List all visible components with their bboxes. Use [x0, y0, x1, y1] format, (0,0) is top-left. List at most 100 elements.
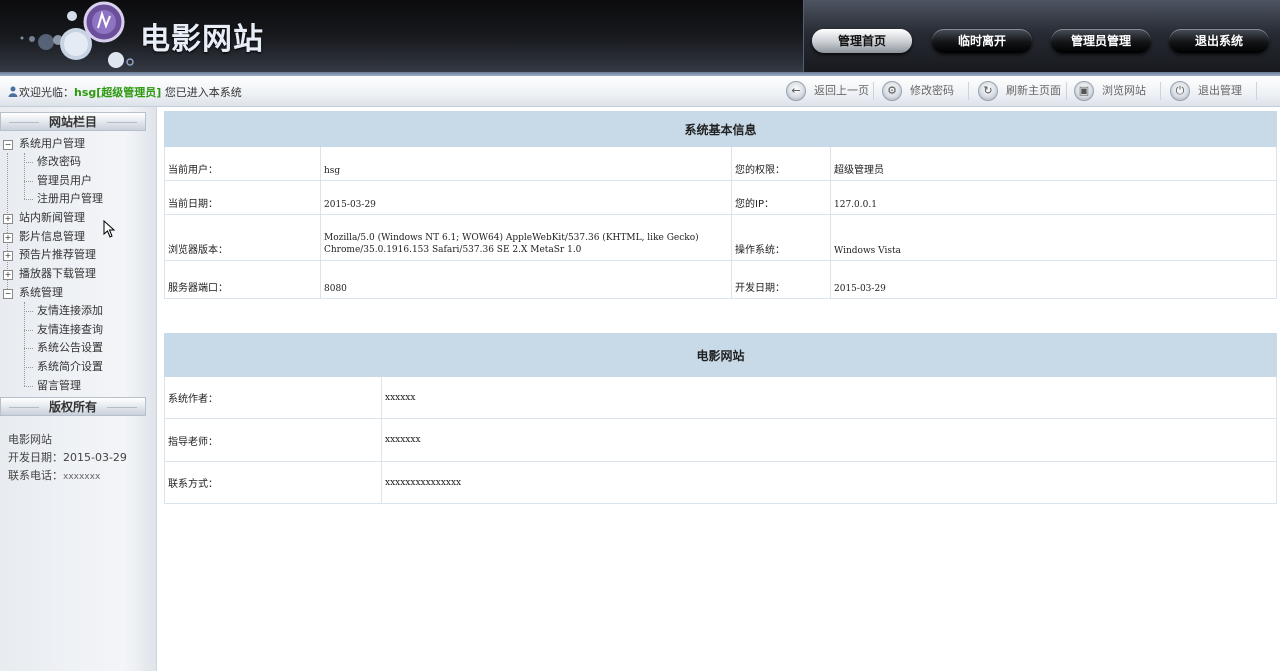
key-icon: ⚙: [882, 81, 902, 101]
toolbar-separator: [873, 82, 874, 100]
tree-leaf-registered-users[interactable]: 注册用户管理: [37, 190, 103, 208]
tree-node-player-downloads[interactable]: + 播放器下载管理: [0, 265, 150, 283]
tree-line: [24, 181, 33, 182]
author-value: xxxxxx: [380, 376, 1278, 419]
tree-node-system-users[interactable]: − 系统用户管理: [0, 135, 150, 153]
sidebar-nav-heading-text: 网站栏目: [48, 115, 97, 129]
info-label: 当前日期：: [164, 180, 321, 215]
tree-leaf-add-link[interactable]: 友情连接添加: [37, 302, 103, 320]
info-label: 联系方式：: [164, 461, 382, 504]
nav-logout-button[interactable]: 退出系统: [1169, 29, 1269, 53]
tree-line: [24, 386, 33, 387]
tree-node-label: 预告片推荐管理: [19, 248, 96, 261]
site-info-title: 电影网站: [163, 333, 1278, 377]
os-value: Windows Vista: [829, 214, 1278, 261]
welcome-prefix: 欢迎光临：: [19, 86, 74, 99]
current-date-value: 2015-03-29: [320, 180, 732, 215]
info-label: 操作系统：: [731, 214, 831, 261]
tree-leaf-messages[interactable]: 留言管理: [37, 377, 81, 395]
tree-node-label: 系统用户管理: [19, 137, 85, 150]
refresh-icon: ↻: [978, 81, 998, 101]
sidebar: 网站栏目 − 系统用户管理 修改密码 管理员用户 注册用户管理 + 站内新闻管理…: [0, 107, 157, 671]
browse-site-button[interactable]: ▣ 浏览网站: [1072, 79, 1146, 103]
contact-value: xxxxxxxxxxxxxxx: [380, 461, 1278, 504]
exit-admin-button[interactable]: ⏻ 退出管理: [1168, 79, 1242, 103]
tree-node-label: 系统管理: [19, 286, 63, 299]
main-content: 系统基本信息 当前用户： hsg 您的权限： 超级管理员 当前日期： 2015-…: [163, 111, 1278, 504]
site-info-table: 电影网站 系统作者： xxxxxx 指导老师： xxxxxxx 联系方式： xx…: [163, 333, 1278, 504]
dev-date-value: 2015-03-29: [829, 260, 1278, 299]
tree-leaf-intro[interactable]: 系统简介设置: [37, 358, 103, 376]
sidebar-copyright-heading: 版权所有: [0, 397, 146, 416]
info-label: 指导老师：: [164, 418, 382, 462]
tree-leaf-change-password[interactable]: 修改密码: [37, 153, 81, 171]
tree-line: [24, 330, 33, 331]
system-info-title: 系统基本信息: [163, 111, 1278, 147]
toolbar-separator: [968, 82, 969, 100]
exit-admin-label: 退出管理: [1198, 84, 1242, 97]
mouse-cursor-icon: [103, 219, 117, 238]
info-label: 您的IP：: [731, 180, 831, 215]
info-label: 服务器端口：: [164, 260, 321, 299]
header-banner: 电影网站 管理首页 临时离开 管理员管理 退出系统: [0, 0, 1280, 76]
info-label: 您的权限：: [731, 146, 831, 181]
nav-admin-manage-button[interactable]: 管理员管理: [1051, 29, 1151, 53]
refresh-main-label: 刷新主页面: [1006, 84, 1061, 97]
phone-label: 联系电话：: [8, 469, 63, 482]
site-title: 电影网站: [140, 22, 264, 57]
tree-line: [24, 302, 25, 386]
toolbar-separator: [1160, 82, 1161, 100]
welcome-suffix: 您已进入本系统: [164, 86, 242, 99]
back-arrow-icon: ←: [786, 81, 806, 101]
system-info-table: 系统基本信息 当前用户： hsg 您的权限： 超级管理员 当前日期： 2015-…: [163, 111, 1278, 299]
tree-line: [24, 199, 33, 200]
tree-leaf-announcement[interactable]: 系统公告设置: [37, 339, 103, 357]
collapse-toggle-icon[interactable]: −: [3, 140, 13, 150]
tree-leaf-query-link[interactable]: 友情连接查询: [37, 321, 103, 339]
tree-line: [24, 348, 33, 349]
back-button[interactable]: ← 返回上一页: [784, 79, 869, 103]
toolbar-separator: [1256, 82, 1257, 100]
tree-leaf-admin-users[interactable]: 管理员用户: [37, 172, 92, 190]
power-icon: ⏻: [1170, 81, 1190, 101]
info-label: 系统作者：: [164, 376, 382, 419]
expand-toggle-icon[interactable]: +: [3, 270, 13, 280]
toolbar-separator: [1066, 82, 1067, 100]
refresh-main-button[interactable]: ↻ 刷新主页面: [976, 79, 1061, 103]
ip-value: 127.0.0.1: [829, 180, 1278, 215]
nav-temp-leave-button[interactable]: 临时离开: [932, 29, 1032, 53]
tree-line: [24, 311, 33, 312]
change-password-button[interactable]: ⚙ 修改密码: [880, 79, 954, 103]
server-port-value: 8080: [320, 260, 732, 299]
permission-value: 超级管理员: [829, 146, 1278, 181]
info-label: 浏览器版本：: [164, 214, 321, 261]
welcome-message: 欢迎光临：hsg[超级管理员] 您已进入本系统: [8, 84, 242, 100]
phone-value: xxxxxxx: [63, 472, 101, 482]
tree-node-trailers[interactable]: + 预告片推荐管理: [0, 246, 150, 264]
back-button-label: 返回上一页: [814, 84, 869, 97]
expand-toggle-icon[interactable]: +: [3, 251, 13, 261]
copyright-dev-date: 开发日期：2015-03-29: [8, 451, 127, 464]
browser-version-value: Mozilla/5.0 (Windows NT 6.1; WOW64) Appl…: [320, 214, 732, 261]
info-label: 开发日期：: [731, 260, 831, 299]
collapse-toggle-icon[interactable]: −: [3, 289, 13, 299]
teacher-value: xxxxxxx: [380, 418, 1278, 462]
expand-toggle-icon[interactable]: +: [3, 214, 13, 224]
toolbar: 欢迎光临：hsg[超级管理员] 您已进入本系统 ← 返回上一页 ⚙ 修改密码 ↻ 刷新…: [0, 76, 1280, 107]
nav-home-button[interactable]: 管理首页: [812, 29, 912, 53]
current-user-name: hsg[超级管理员]: [74, 86, 162, 99]
expand-toggle-icon[interactable]: +: [3, 233, 13, 243]
tree-line: [24, 153, 25, 199]
current-user-value: hsg: [320, 146, 732, 181]
user-icon: [8, 86, 19, 97]
sidebar-nav-heading: 网站栏目: [0, 112, 146, 131]
tree-node-news[interactable]: + 站内新闻管理: [0, 209, 150, 227]
tree-node-movies[interactable]: + 影片信息管理: [0, 228, 150, 246]
copyright-site-name: 电影网站: [8, 433, 52, 446]
change-password-label: 修改密码: [910, 84, 954, 97]
tree-node-system-management[interactable]: − 系统管理: [0, 284, 150, 302]
info-label: 当前用户：: [164, 146, 321, 181]
tree-node-label: 影片信息管理: [19, 230, 85, 243]
browse-site-label: 浏览网站: [1102, 84, 1146, 97]
site-logo: [6, 0, 146, 76]
